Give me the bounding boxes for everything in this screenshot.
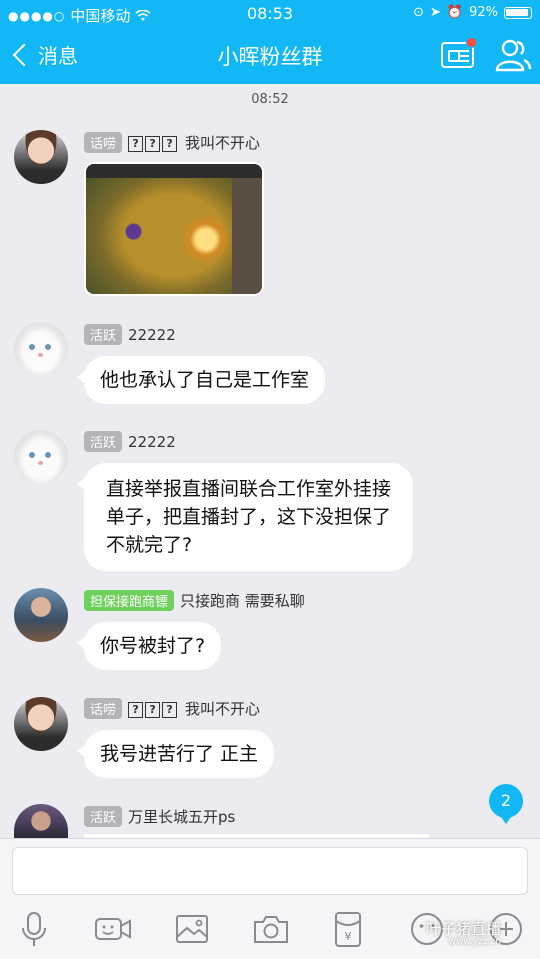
member-title-badge: 话唠 — [84, 132, 123, 153]
watermark-url: www.yzz.cn — [448, 937, 502, 947]
watermark: 叶子猪直播 www.yzz.cn — [426, 918, 501, 947]
sender-name: 22222 — [128, 432, 176, 451]
member-title-badge: 话唠 — [84, 698, 123, 719]
status-bar: ●●●●○ 中国移动 08:53 ⊙ ➤ ⏰ 92% — [0, 0, 540, 28]
avatar[interactable] — [14, 430, 68, 484]
sender-name: 我叫不开心 — [185, 134, 261, 152]
member-title-badge: 活跃 — [84, 431, 123, 452]
sender-name: 我叫不开心 — [185, 700, 261, 718]
message-bubble[interactable]: 他也承认了自己是工作室 — [76, 356, 326, 404]
microphone-icon — [22, 912, 46, 946]
message-line: 直接举报直播间联合工作室外挂接 — [106, 478, 392, 500]
avatar[interactable] — [14, 322, 68, 376]
image-icon — [176, 915, 208, 943]
sender-name: 万里长城五开ps — [128, 808, 236, 826]
avatar[interactable] — [14, 588, 68, 642]
message-bubble[interactable]: 我号进苦行了 正主 — [76, 730, 275, 778]
red-packet-button[interactable]: ¥ — [328, 909, 368, 949]
svg-text:¥: ¥ — [345, 930, 352, 943]
video-icon — [95, 918, 131, 940]
message-input[interactable] — [12, 847, 528, 895]
photo-button[interactable] — [172, 909, 212, 949]
chat-timestamp: 08:52 — [251, 92, 289, 107]
battery-icon — [504, 6, 532, 19]
unread-count-badge[interactable]: 2 — [489, 784, 523, 824]
message-bubble[interactable]: 你号被封了? — [76, 622, 222, 670]
member-title-badge: 活跃 — [84, 806, 123, 827]
member-title-badge: 担保接跑商镖 — [84, 590, 175, 611]
sender-name: 只接跑商 需要私聊 — [180, 592, 305, 610]
avatar[interactable] — [14, 130, 68, 184]
group-members-icon[interactable] — [494, 37, 532, 73]
red-packet-icon: ¥ — [335, 912, 361, 947]
message-bubble[interactable]: 直接举报直播间联合工作室外挂接 单子，把直播封了，这下没担保了 不就完了? — [76, 463, 414, 571]
location-icon: ➤ — [430, 5, 441, 20]
member-title-badge: 活跃 — [84, 324, 123, 345]
nav-bar: 消息 小晖粉丝群 — [0, 28, 540, 84]
rotation-lock-icon: ⊙ — [413, 5, 424, 20]
sender-name: 22222 — [128, 325, 176, 344]
video-call-button[interactable] — [93, 909, 133, 949]
avatar[interactable] — [14, 804, 68, 838]
avatar[interactable] — [14, 697, 68, 751]
message-line: 不就完了? — [106, 534, 193, 556]
image-message[interactable] — [84, 162, 264, 296]
unknown-glyph-icon: ??? — [128, 133, 179, 152]
notification-dot — [466, 37, 477, 48]
message-line: 单子，把直播封了，这下没担保了 — [106, 506, 392, 528]
alarm-icon: ⏰ — [446, 5, 464, 20]
unknown-glyph-icon: ??? — [128, 699, 179, 718]
camera-button[interactable] — [251, 909, 291, 949]
microphone-button[interactable] — [14, 909, 54, 949]
watermark-main: 叶子猪直播 — [426, 920, 502, 938]
battery-label: 92% — [469, 5, 498, 20]
camera-icon — [254, 916, 288, 943]
